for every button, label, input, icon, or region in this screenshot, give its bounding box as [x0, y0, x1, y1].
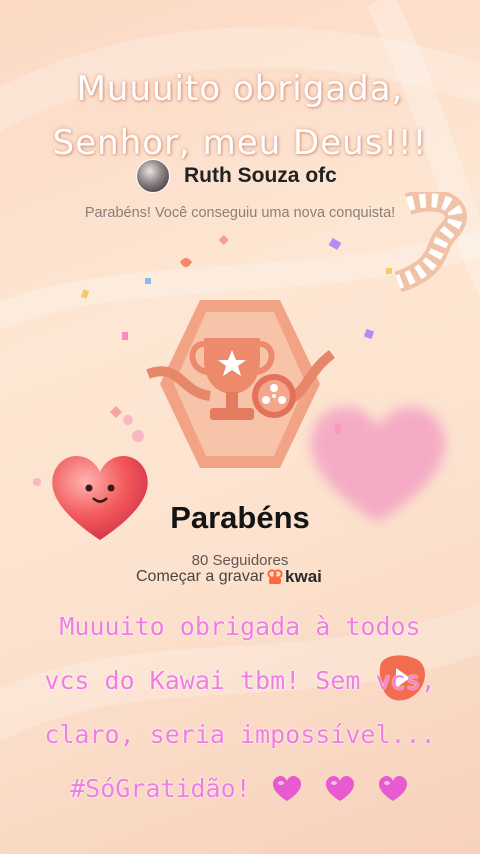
caption-line3: claro, seria impossível... [44, 720, 436, 749]
pink-heart-emoji-icon [378, 775, 407, 801]
start-recording-label[interactable]: Começar a gravar [136, 568, 264, 586]
kwai-logo-icon [267, 569, 283, 584]
pink-heart-emoji-icon [272, 775, 301, 801]
start-recording-link[interactable]: Começar a gravar kwai [136, 567, 322, 587]
caption-line1: Muuuito obrigada à todos [59, 612, 421, 641]
caption-line2: vcs do Kawai tbm! Sem vcs, [44, 666, 436, 695]
caption-line4-wrap: #SóGratidão! [0, 762, 480, 816]
congrats-title: Parabéns [170, 500, 310, 535]
caption-line4: #SóGratidão! [70, 774, 251, 803]
kwai-logo[interactable]: kwai [267, 567, 322, 587]
kwai-brand-name: kwai [285, 567, 322, 586]
thank-you-caption: Muuuito obrigada à todos vcs do Kawai tb… [0, 600, 480, 816]
pink-heart-emoji-icon [325, 775, 354, 801]
